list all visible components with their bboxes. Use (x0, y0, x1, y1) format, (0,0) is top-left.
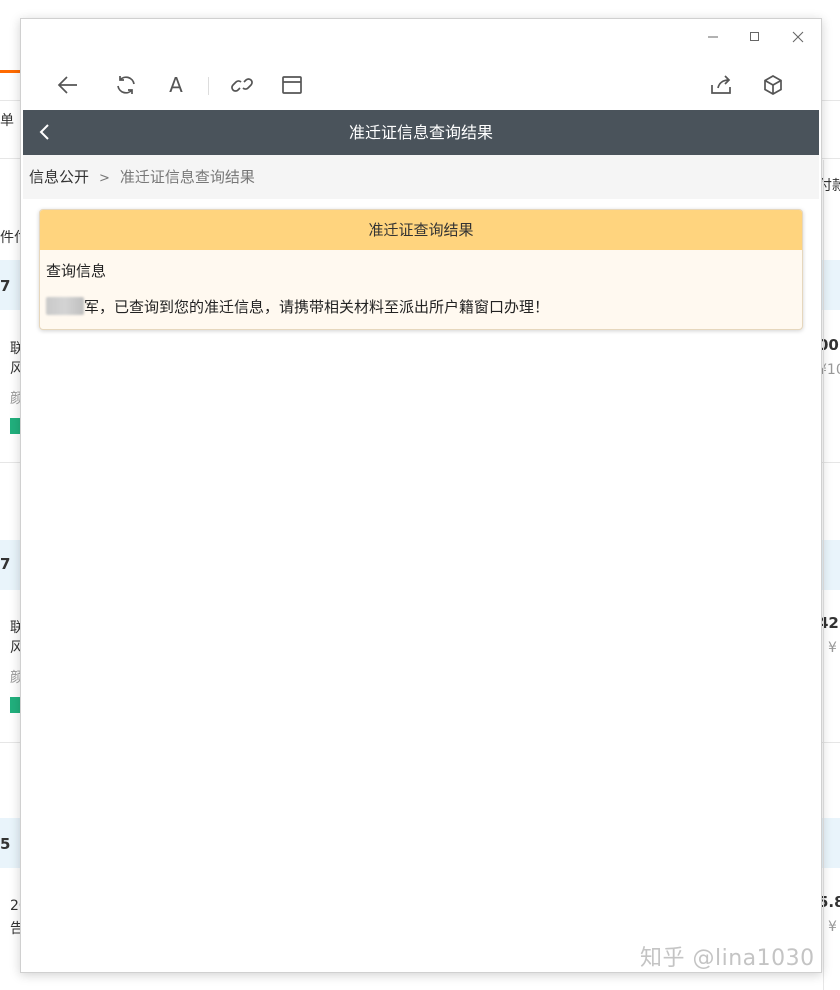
page-header: 准迁证信息查询结果 (23, 110, 819, 155)
close-icon (792, 31, 804, 43)
minimize-button[interactable] (703, 27, 723, 47)
breadcrumb-home-link[interactable]: 信息公开 (29, 168, 89, 186)
open-in-browser-button[interactable] (278, 71, 306, 99)
browser-toolbar: A (21, 63, 821, 107)
window-icon (282, 76, 302, 94)
background-price: ¥ (828, 919, 837, 935)
mini-program-button[interactable] (759, 71, 787, 99)
title-bar (21, 19, 821, 57)
breadcrumb: 信息公开 > 准迁证信息查询结果 (23, 155, 819, 199)
refresh-button[interactable] (112, 71, 140, 99)
redacted-name (46, 297, 84, 315)
background-text: 5 (0, 835, 11, 853)
refresh-icon (117, 76, 135, 94)
background-divider (823, 160, 824, 990)
close-button[interactable] (788, 27, 808, 47)
result-message-text: 军，已查询到您的准迁信息，请携带相关材料至派出所户籍窗口办理！ (84, 298, 550, 316)
maximize-button[interactable] (745, 27, 765, 47)
page-title: 准迁证信息查询结果 (348, 123, 493, 142)
share-icon (711, 75, 731, 94)
link-icon (231, 78, 253, 92)
breadcrumb-current: 准迁证信息查询结果 (119, 168, 255, 186)
watermark: 知乎 @lina1030 (640, 946, 815, 971)
copy-link-button[interactable] (228, 71, 256, 99)
breadcrumb-separator: > (99, 171, 110, 186)
result-card-header: 准迁证查询结果 (40, 210, 802, 250)
result-card: 准迁证查询结果 查询信息 军，已查询到您的准迁信息，请携带相关材料至派出所户籍窗… (39, 209, 803, 330)
background-text: 7 (0, 555, 11, 573)
background-text: 7 (0, 277, 11, 295)
background-price: ¥ (828, 640, 837, 656)
back-arrow-icon (57, 76, 77, 94)
background-text: 单 (0, 113, 14, 129)
font-size-icon: A (169, 73, 183, 97)
cube-icon (764, 75, 782, 95)
maximize-icon (750, 32, 759, 41)
minimize-icon (708, 36, 718, 38)
share-button[interactable] (707, 71, 735, 99)
result-info-label: 查询信息 (46, 262, 107, 280)
popup-window: A 准迁证信息查询结果 信息公开 > 准迁证信息查询结果 准迁证查询结果 查询信息 … (20, 18, 822, 973)
result-message: 军，已查询到您的准迁信息，请携带相关材料至派出所户籍窗口办理！ (46, 296, 549, 317)
toolbar-separator (208, 77, 209, 95)
background-tab-indicator (0, 70, 20, 73)
font-size-button[interactable]: A (162, 71, 190, 99)
back-button[interactable] (54, 71, 82, 99)
